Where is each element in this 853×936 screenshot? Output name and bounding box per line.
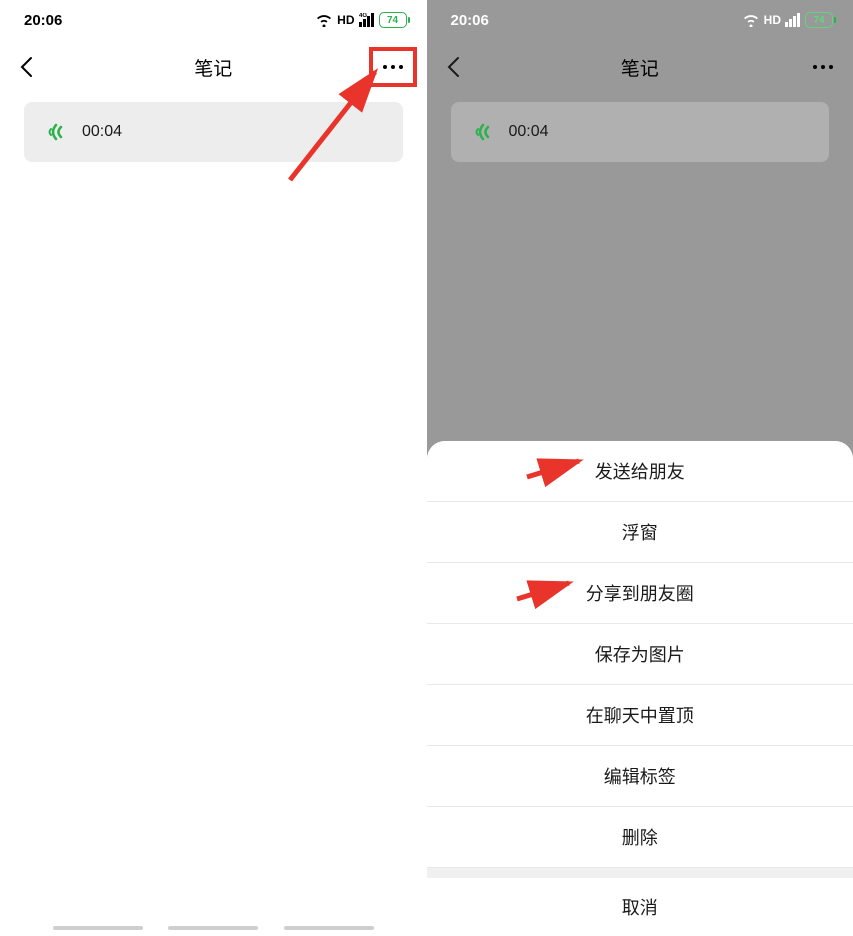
sheet-item-edit-tags[interactable]: 编辑标签: [427, 746, 853, 807]
more-icon: [813, 65, 833, 69]
status-time: 20:06: [24, 12, 62, 29]
status-time: 20:06: [451, 12, 489, 29]
more-button[interactable]: [803, 51, 843, 83]
sheet-item-label: 保存为图片: [595, 641, 685, 667]
nav-bar: 笔记: [427, 40, 853, 94]
sheet-item-moments[interactable]: 分享到朋友圈: [427, 563, 853, 624]
sheet-cancel[interactable]: 取消: [427, 878, 853, 936]
status-icons: HD 74: [742, 12, 833, 28]
more-icon: [383, 65, 403, 69]
sound-wave-icon: [473, 121, 495, 143]
phone-screen-left: 20:06 HD 4G 74 笔记 00:04: [0, 0, 427, 936]
sheet-item-save-image[interactable]: 保存为图片: [427, 624, 853, 685]
phone-screen-right: 20:06 HD 74 笔记 00:04 发送给朋友: [427, 0, 853, 936]
note-content: 00:04: [427, 94, 853, 170]
sheet-item-label: 删除: [622, 824, 658, 850]
status-icons: HD 4G 74: [315, 12, 406, 28]
sheet-item-pin[interactable]: 在聊天中置顶: [427, 685, 853, 746]
sheet-item-label: 编辑标签: [604, 763, 676, 789]
battery-icon: 74: [805, 12, 833, 28]
audio-duration: 00:04: [82, 123, 122, 141]
sheet-item-label: 取消: [622, 894, 658, 920]
sheet-item-float[interactable]: 浮窗: [427, 502, 853, 563]
wifi-icon: [315, 13, 333, 27]
note-content[interactable]: 00:04: [0, 94, 427, 170]
sheet-separator: [427, 868, 853, 878]
more-button[interactable]: [369, 47, 417, 87]
page-title: 笔记: [427, 54, 853, 81]
audio-clip[interactable]: 00:04: [451, 102, 830, 162]
svg-text:4G: 4G: [359, 13, 367, 19]
action-sheet: 发送给朋友 浮窗 分享到朋友圈 保存为图片 在聊天中置顶 编辑标签 删除 取消: [427, 441, 853, 936]
sheet-item-send[interactable]: 发送给朋友: [427, 441, 853, 502]
signal-icon: 4G: [359, 13, 375, 27]
sound-wave-icon: [46, 121, 68, 143]
back-button[interactable]: [12, 53, 40, 81]
wifi-icon: [742, 13, 760, 27]
chevron-left-icon: [19, 56, 33, 78]
battery-icon: 74: [379, 12, 407, 28]
back-button[interactable]: [439, 53, 467, 81]
nav-bar: 笔记: [0, 40, 427, 94]
sheet-item-label: 浮窗: [622, 519, 658, 545]
home-indicator: [0, 926, 427, 930]
sheet-item-label: 分享到朋友圈: [586, 580, 694, 606]
audio-duration: 00:04: [509, 123, 549, 141]
annotation-arrow: [515, 577, 575, 603]
annotation-arrow: [525, 455, 585, 481]
signal-icon: [785, 13, 801, 27]
hd-label: HD: [337, 13, 354, 27]
status-bar: 20:06 HD 4G 74: [0, 0, 427, 40]
status-bar: 20:06 HD 74: [427, 0, 853, 40]
sheet-item-label: 在聊天中置顶: [586, 702, 694, 728]
sheet-item-delete[interactable]: 删除: [427, 807, 853, 868]
page-title: 笔记: [0, 54, 427, 81]
hd-label: HD: [764, 13, 781, 27]
audio-clip[interactable]: 00:04: [24, 102, 403, 162]
chevron-left-icon: [446, 56, 460, 78]
sheet-item-label: 发送给朋友: [595, 458, 685, 484]
